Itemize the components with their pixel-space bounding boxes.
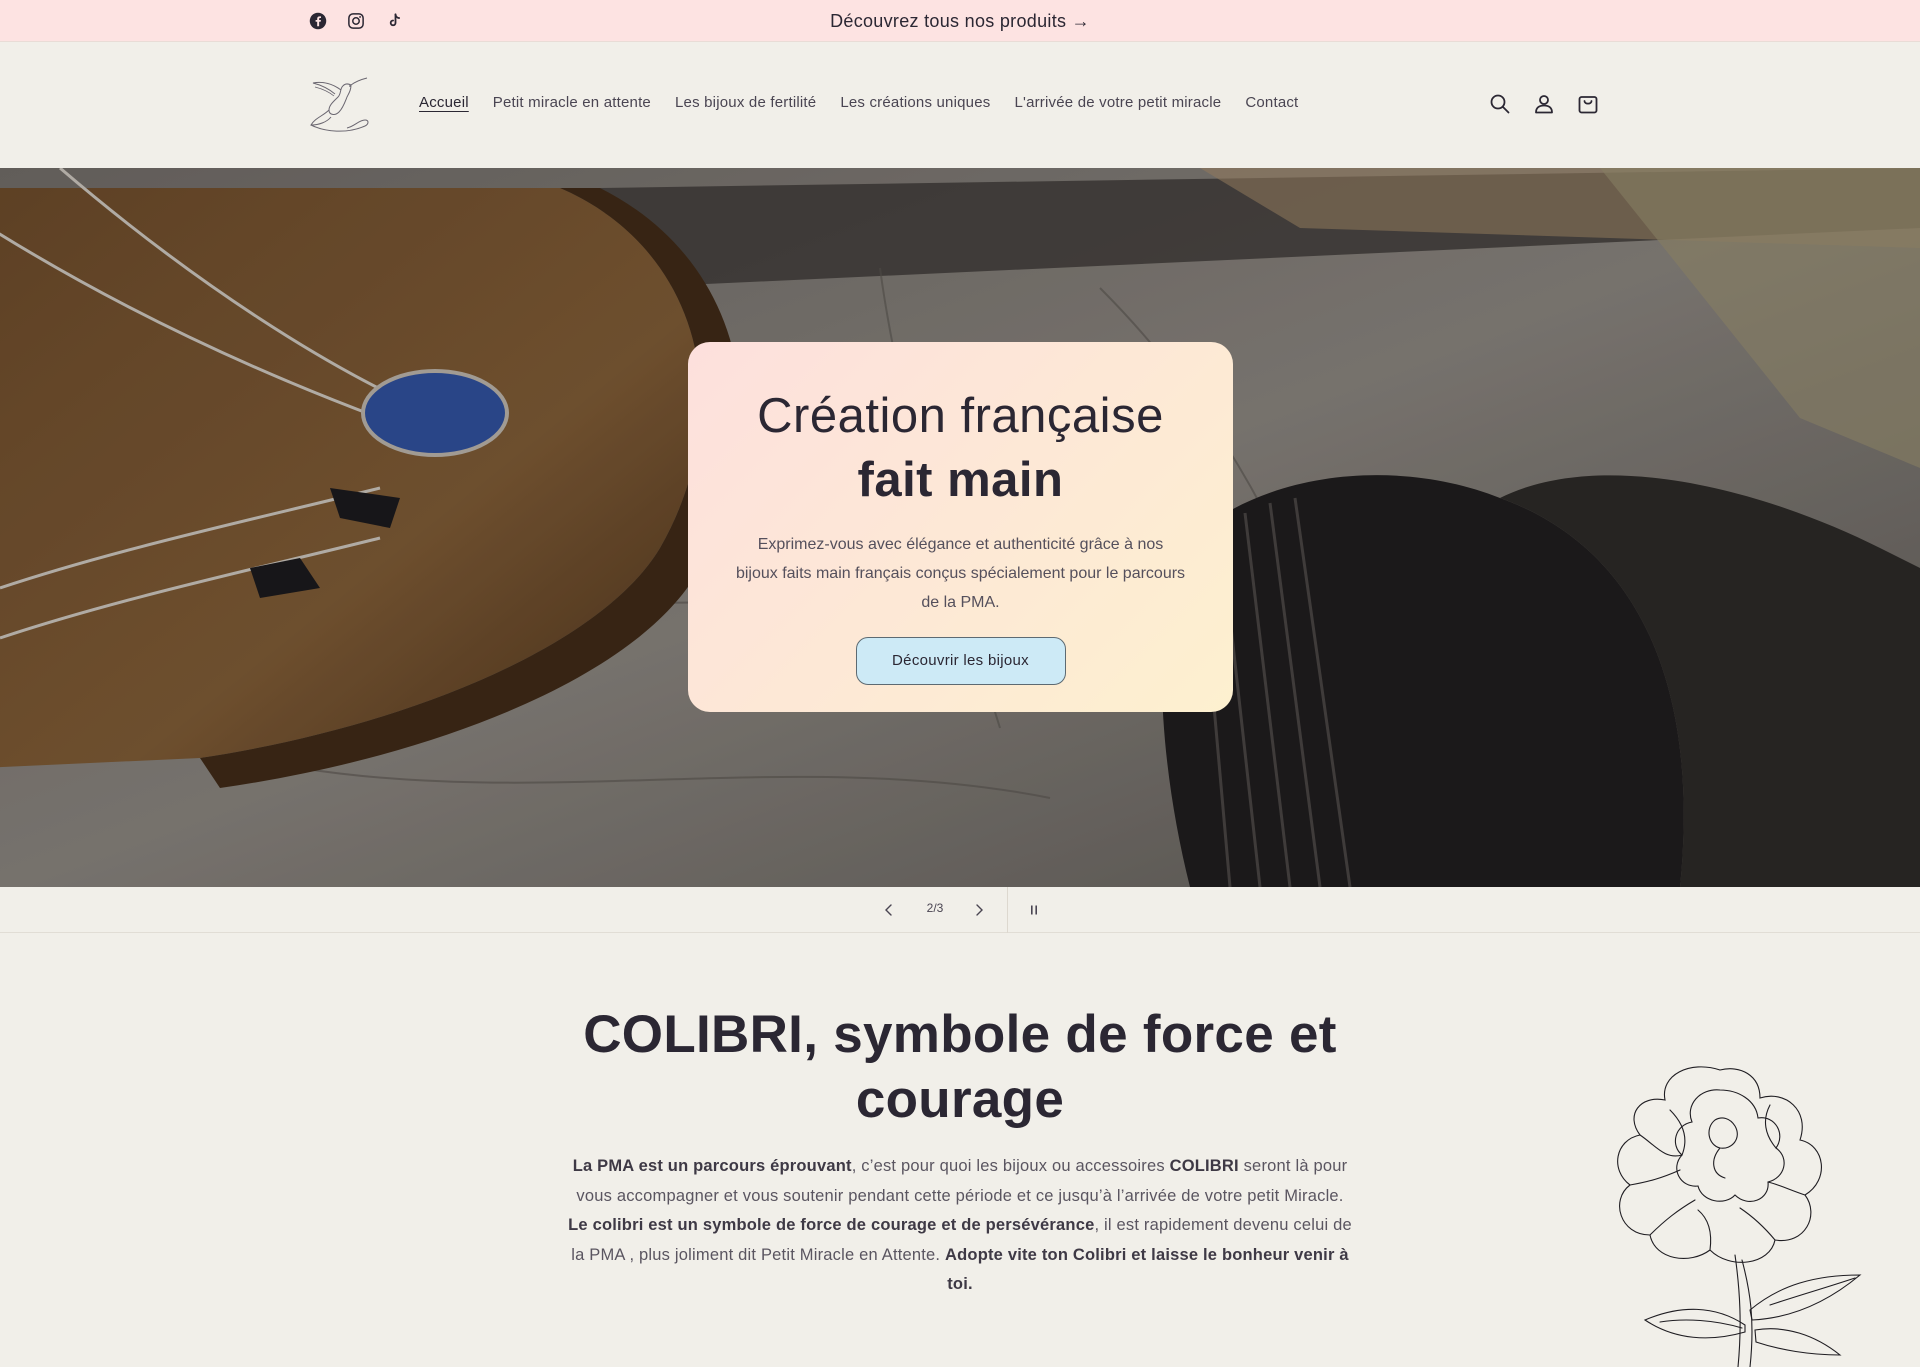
section-paragraph: La PMA est un parcours éprouvant, c’est … bbox=[565, 1152, 1355, 1300]
hero-slideshow: Création française fait main Exprimez-vo… bbox=[0, 168, 1920, 887]
text-bold-2: COLIBRI bbox=[1169, 1157, 1239, 1175]
hummingbird-logo[interactable] bbox=[307, 70, 373, 136]
hero-content-card: Création française fait main Exprimez-vo… bbox=[688, 342, 1233, 712]
section-title: COLIBRI, symbole de force et courage bbox=[583, 1005, 1337, 1129]
header-icons bbox=[1488, 92, 1600, 116]
text-1: , c’est pour quoi les bijoux ou accessoi… bbox=[851, 1157, 1170, 1175]
account-icon[interactable] bbox=[1532, 92, 1556, 116]
hero-title-line2: fait main bbox=[857, 453, 1064, 507]
search-icon[interactable] bbox=[1488, 92, 1512, 116]
peony-illustration bbox=[1617, 1066, 1862, 1367]
text-bold-4: Adopte vite ton Colibri et laisse le bon… bbox=[945, 1245, 1349, 1294]
text-bold-1: La PMA est un parcours éprouvant bbox=[572, 1157, 852, 1175]
cart-icon[interactable] bbox=[1576, 92, 1600, 116]
text-bold-3: Le colibri est un symbole de force de co… bbox=[568, 1216, 1095, 1234]
pause-icon[interactable] bbox=[1023, 899, 1045, 921]
controls-divider bbox=[1007, 887, 1008, 933]
nav-item-bijoux-fertilite[interactable]: Les bijoux de fertilité bbox=[675, 94, 816, 111]
site-header: Accueil Petit miracle en attente Les bij… bbox=[0, 42, 1920, 168]
hero-title: Création française fait main bbox=[688, 384, 1233, 512]
hero-title-line1: Création française bbox=[757, 389, 1164, 443]
announcement-link[interactable]: Découvrez tous nos produits → bbox=[830, 11, 1090, 32]
announcement-message: Découvrez tous nos produits → bbox=[0, 0, 1920, 42]
nav-item-arrivee-petit-miracle[interactable]: L'arrivée de votre petit miracle bbox=[1014, 94, 1221, 111]
discover-jewelry-button[interactable]: Découvrir les bijoux bbox=[855, 637, 1066, 685]
nav-item-contact[interactable]: Contact bbox=[1245, 94, 1298, 111]
hero-description: Exprimez-vous avec élégance et authentic… bbox=[735, 536, 1186, 611]
chevron-right-icon[interactable] bbox=[968, 899, 990, 921]
main-nav: Accueil Petit miracle en attente Les bij… bbox=[419, 94, 1298, 111]
announcement-bar: Découvrez tous nos produits → bbox=[0, 0, 1920, 42]
slide-counter: 2/3 bbox=[926, 901, 944, 915]
nav-item-petit-miracle[interactable]: Petit miracle en attente bbox=[493, 94, 651, 111]
nav-item-creations-uniques[interactable]: Les créations uniques bbox=[840, 94, 990, 111]
slideshow-controls: 2/3 bbox=[0, 887, 1920, 933]
nav-item-accueil[interactable]: Accueil bbox=[419, 94, 469, 111]
chevron-left-icon[interactable] bbox=[878, 899, 900, 921]
